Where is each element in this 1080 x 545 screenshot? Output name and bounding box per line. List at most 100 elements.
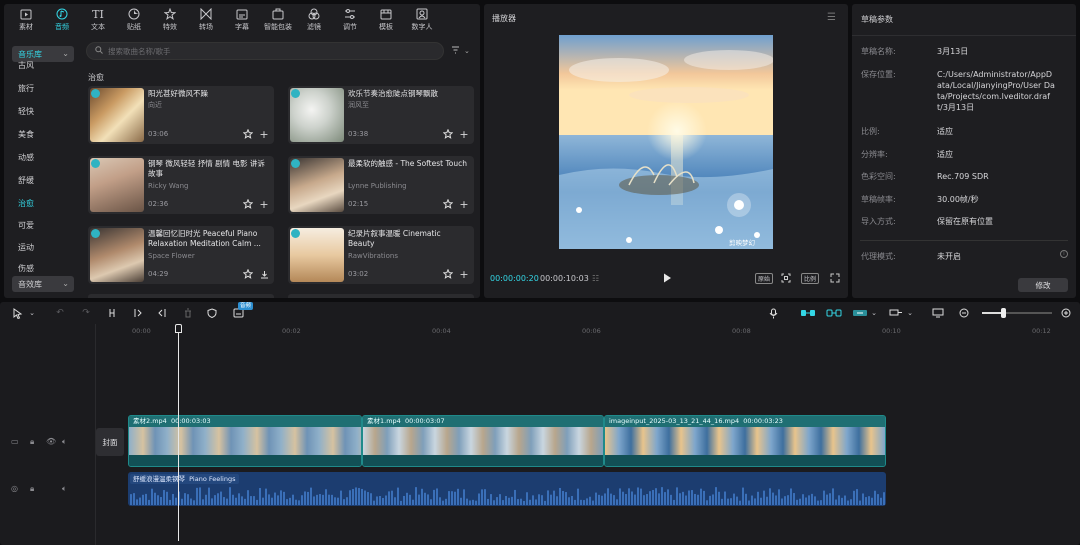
speaker-icon[interactable]: 🔈︎ — [62, 437, 67, 447]
add-plus-icon[interactable]: + — [258, 128, 270, 141]
info-icon[interactable]: i — [1060, 250, 1068, 258]
waveform-bar — [139, 497, 141, 505]
category-item[interactable]: 旅行 — [18, 83, 34, 94]
category-item[interactable]: 运动 — [18, 242, 34, 253]
chevron-down-icon[interactable]: ⌄ — [904, 307, 916, 319]
video-clip[interactable]: 素材2.mp4 00:00:03:03 — [128, 415, 362, 467]
trash-icon[interactable] — [182, 307, 194, 319]
waveform-bar — [871, 497, 873, 505]
total-time: 00:00:10:03 — [540, 274, 589, 283]
menu-icon[interactable]: ☰ — [827, 12, 836, 23]
ratio-button[interactable]: 比例 — [801, 273, 820, 284]
microphone-icon[interactable] — [767, 307, 779, 319]
media-panel: 素材 音频 TI 文本 贴纸 特效 转场 字幕 智能包装 滤镜 调节 模板 数字… — [4, 4, 480, 298]
waveform-bar — [553, 490, 555, 505]
search-input[interactable] — [108, 46, 408, 56]
category-item[interactable]: 动感 — [18, 152, 34, 163]
fit-timeline-icon[interactable] — [932, 307, 944, 319]
favorite-star-icon[interactable] — [242, 198, 254, 210]
cover-button[interactable]: 封面 — [96, 428, 124, 456]
music-card[interactable]: 最柔软的触感 - The Softest Touch Lynne Publish… — [288, 156, 474, 214]
delete-right-icon[interactable] — [156, 307, 168, 319]
fullscreen-icon[interactable] — [829, 271, 841, 285]
time-ruler[interactable]: 00:00 00:02 00:04 00:06 00:08 00:10 00:1… — [128, 326, 1080, 338]
music-card[interactable]: 阳光甚好微风不躁 向近 03:06 + — [88, 86, 274, 144]
favorite-star-icon[interactable] — [242, 128, 254, 140]
tool-subtitle[interactable]: 字幕 — [224, 4, 260, 36]
add-plus-icon[interactable]: + — [458, 198, 470, 211]
modify-button[interactable]: 修改 — [1018, 278, 1068, 292]
category-item[interactable]: 轻快 — [18, 106, 34, 117]
favorite-star-icon[interactable] — [442, 128, 454, 140]
delete-left-icon[interactable] — [132, 307, 144, 319]
audio-clip[interactable]: 舒缓浪漫温柔钢琴 Piano Feelings — [128, 472, 886, 506]
chevron-down-icon[interactable]: ⌄ — [868, 307, 880, 319]
add-plus-icon[interactable]: + — [458, 268, 470, 281]
sound-library-select[interactable]: 音效库 ⌄ — [12, 276, 74, 292]
play-button[interactable] — [661, 272, 673, 284]
waveform-bar — [625, 494, 627, 505]
tool-text[interactable]: TI 文本 — [80, 4, 116, 36]
music-card[interactable]: 纪录片叙事温暖 Cinematic Beauty RawVibrations 0… — [288, 226, 474, 284]
auto-snap-icon[interactable] — [826, 307, 842, 319]
download-icon[interactable] — [258, 268, 270, 280]
waveform-bar — [403, 495, 405, 505]
main-track-magnet-icon[interactable] — [800, 307, 816, 319]
zoom-out-icon[interactable] — [958, 307, 970, 319]
category-item[interactable]: 舒缓 — [18, 175, 34, 186]
waveform-bar — [226, 498, 228, 505]
timecode-settings-icon[interactable]: ☷ — [592, 274, 599, 283]
category-item[interactable]: 古风 — [18, 60, 34, 71]
category-item-active[interactable]: 治愈 — [18, 198, 34, 209]
draft-label: 导入方式: — [861, 217, 896, 226]
tool-sticker[interactable]: 贴纸 — [116, 4, 152, 36]
tool-effect[interactable]: 特效 — [152, 4, 188, 36]
redo-icon[interactable]: ↷ — [80, 307, 92, 319]
playhead-handle[interactable] — [175, 324, 182, 333]
tool-media[interactable]: 素材 — [8, 4, 44, 36]
video-clip[interactable]: 素材1.mp4 00:00:03:07 — [362, 415, 604, 467]
music-card[interactable]: 温馨回忆旧时光 Peaceful Piano Relaxation Medita… — [88, 226, 274, 284]
add-plus-icon[interactable]: + — [458, 128, 470, 141]
cursor-select-icon[interactable] — [12, 307, 24, 319]
favorite-star-icon[interactable] — [442, 268, 454, 280]
favorite-star-icon[interactable] — [442, 198, 454, 210]
video-clip[interactable]: imageinput_2025-03_13_21_44_16.mp4 00:00… — [604, 415, 886, 467]
lock-icon[interactable]: 🔒︎ — [30, 484, 34, 494]
tool-audio[interactable]: 音频 — [44, 4, 80, 36]
playhead-line[interactable] — [178, 326, 179, 541]
tool-adjust[interactable]: 调节 — [332, 4, 368, 36]
waveform-bar — [427, 494, 429, 505]
linkage-icon[interactable] — [852, 307, 868, 319]
fullscreen-crop-icon[interactable] — [780, 271, 792, 285]
original-button[interactable]: 原始 — [755, 273, 774, 284]
tool-transition[interactable]: 转场 — [188, 4, 224, 36]
zoom-slider-handle[interactable] — [1001, 308, 1006, 318]
zoom-in-icon[interactable] — [1060, 307, 1072, 319]
tool-template[interactable]: 模板 — [368, 4, 404, 36]
video-preview[interactable]: 剪映梦幻 — [559, 35, 773, 249]
clip-frames — [129, 427, 361, 455]
category-item[interactable]: 美食 — [18, 129, 34, 140]
category-item[interactable]: 可爱 — [18, 220, 34, 231]
music-card[interactable]: 欢乐节奏治愈陡点钢琴飘散 润风至 03:38 + — [288, 86, 474, 144]
zoom-slider[interactable] — [982, 308, 1052, 318]
chevron-down-icon[interactable]: ⌄ — [26, 307, 38, 319]
undo-icon[interactable]: ↶ — [54, 307, 66, 319]
tool-filter[interactable]: 滤镜 — [296, 4, 332, 36]
waveform-bar — [505, 496, 507, 505]
sort-filter-button[interactable]: ⌄ — [452, 44, 474, 58]
eye-icon[interactable]: 👁︎ — [46, 437, 56, 446]
tool-smart-pack[interactable]: 智能包装 — [260, 4, 296, 36]
favorite-star-icon[interactable] — [242, 268, 254, 280]
speaker-icon[interactable]: 🔈︎ — [62, 484, 67, 494]
lock-icon[interactable]: 🔒︎ — [30, 437, 34, 447]
tool-avatar[interactable]: 数字人 — [404, 4, 440, 36]
preview-axis-icon[interactable] — [888, 307, 904, 319]
music-card[interactable]: 钢琴 微风轻轻 抒情 剧情 电影 讲诉故事 Ricky Wang 02:36 + — [88, 156, 274, 214]
add-plus-icon[interactable]: + — [258, 198, 270, 211]
shield-icon[interactable] — [206, 307, 218, 319]
split-icon[interactable] — [106, 307, 118, 319]
category-item[interactable]: 伤感 — [18, 263, 34, 274]
waveform-bar — [493, 500, 495, 505]
